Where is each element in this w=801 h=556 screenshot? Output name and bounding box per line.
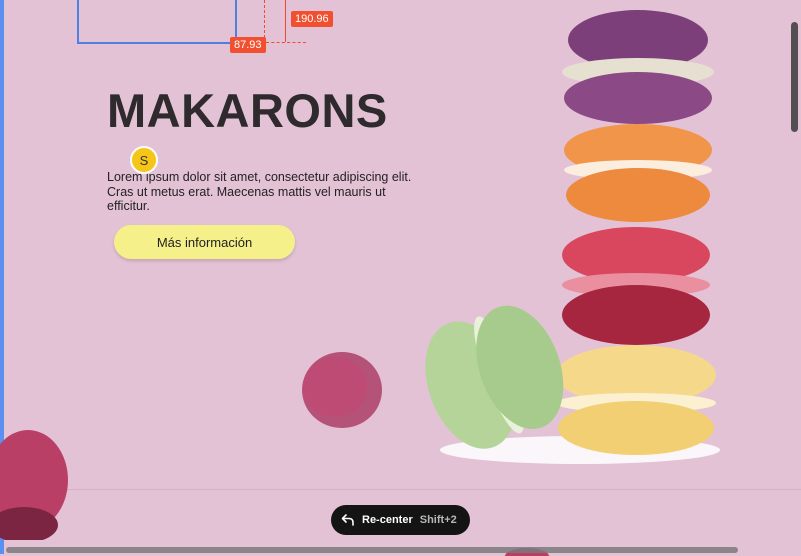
design-canvas[interactable]: 190.96 87.93 MAKARONS Lorem ipsum dolor … (0, 0, 801, 556)
measure-guide-line (266, 42, 306, 43)
section-divider (0, 489, 801, 490)
height-measure-label: 87.93 (230, 37, 266, 53)
width-measure-label: 190.96 (291, 11, 333, 27)
measure-guide-line (264, 0, 265, 38)
recenter-label: Re-center (362, 514, 413, 526)
measure-guide-line (285, 0, 286, 42)
recenter-shortcut: Shift+2 (419, 514, 457, 526)
horizontal-scrollbar[interactable] (6, 547, 738, 553)
more-info-button[interactable]: Más información (114, 225, 295, 259)
corner-macaron-image (0, 430, 68, 540)
hero-title: MAKARONS (107, 84, 388, 137)
floating-macaron-image (302, 352, 382, 428)
undo-arrow-icon (341, 514, 354, 526)
vertical-scrollbar[interactable] (791, 22, 798, 132)
recenter-button[interactable]: Re-center Shift+2 (331, 505, 470, 535)
hero-description: Lorem ipsum dolor sit amet, consectetur … (107, 170, 412, 213)
selected-frame-outline[interactable] (77, 0, 237, 44)
macaron-stack-image (425, 10, 720, 464)
collaborator-cursor-avatar[interactable]: S (130, 146, 158, 174)
